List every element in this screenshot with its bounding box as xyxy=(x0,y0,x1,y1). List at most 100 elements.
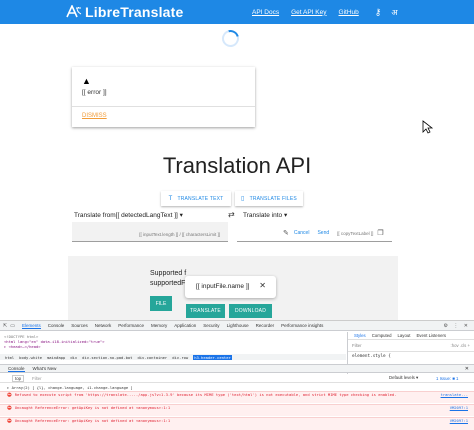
selected-file-chip: [[ inputFile.name ]] ✕ xyxy=(185,276,276,298)
dismiss-button[interactable]: DISMISS xyxy=(82,113,107,119)
console-error-entry[interactable]: ⛔ Uncaught ReferenceError: getApiKey is n… xyxy=(0,417,474,430)
devtools-tab-performance[interactable]: Performance xyxy=(118,323,144,328)
navbar: LibreTranslate API Docs Get API Key GitH… xyxy=(0,0,474,24)
supported-files-text: Supported f xyxy=(150,270,187,277)
console-log-text: ▸ Array(2) [ {l}, change-language, i1.ch… xyxy=(7,385,133,390)
console-filter-input[interactable]: Filter xyxy=(32,376,42,381)
devtools-settings-icon[interactable]: ⚙ ⋮ ✕ xyxy=(444,323,470,329)
console-error-text: Uncaught ReferenceError: getApiKey is no… xyxy=(14,418,171,423)
translate-files-label: TRANSLATE FILES xyxy=(249,195,297,202)
styles-tabs: Styles Computed Layout Event Listeners xyxy=(348,332,474,340)
console-toolbar: top Filter Default levels ▾ 1 Issue: ■ 1 xyxy=(0,374,474,383)
error-divider xyxy=(72,106,255,107)
console-source-link[interactable]: VM2097:1 xyxy=(450,405,468,410)
breadcrumb-item[interactable]: div.container xyxy=(137,355,167,360)
drawer-tab-whats-new[interactable]: What's New xyxy=(33,366,57,371)
console-issues-badge[interactable]: 1 Issue: ■ 1 xyxy=(436,376,458,381)
devtools-tab-network[interactable]: Network xyxy=(95,323,112,328)
nav-link-github[interactable]: GitHub xyxy=(339,9,359,16)
styles-filter-placeholder: Filter xyxy=(352,343,362,348)
supported-files-list: supportedFi xyxy=(150,280,187,287)
styles-tab-layout[interactable]: Layout xyxy=(398,333,411,338)
key-icon[interactable]: ⚷ xyxy=(375,7,382,18)
error-icon: ⛔ xyxy=(7,392,12,397)
translate-logo-icon xyxy=(66,5,82,18)
console-log-entry[interactable]: ▸ Array(2) [ {l}, change-language, i1.ch… xyxy=(0,385,474,390)
cancel-button[interactable]: Cancel xyxy=(294,230,310,236)
styles-filter-input[interactable]: Filter :hov .cls + xyxy=(348,340,474,352)
error-icon: ⛔ xyxy=(7,405,12,410)
target-text-output[interactable]: ✎ Cancel Send [[ copyTextLabel ]] ❐ xyxy=(237,222,392,242)
breadcrumb-item[interactable]: main#app xyxy=(47,355,65,360)
breadcrumb-item[interactable]: html xyxy=(5,355,14,360)
source-text-input[interactable]: [[ inputText.length ]] / [[ charactersLi… xyxy=(72,222,228,242)
devtools-tab-recorder[interactable]: Recorder xyxy=(256,323,275,328)
devtools-panel: ⇱ ▭ Elements Console Sources Network Per… xyxy=(0,320,474,430)
styles-tab-styles[interactable]: Styles xyxy=(354,333,366,338)
styles-tab-computed[interactable]: Computed xyxy=(372,333,392,338)
console-source-link[interactable]: VM2097:1 xyxy=(450,418,468,423)
breadcrumb-item-selected[interactable]: h3.header.center xyxy=(193,354,232,360)
styles-tab-event-listeners[interactable]: Event Listeners xyxy=(416,333,446,338)
drawer-tabbar: Console What's New ✕ xyxy=(0,364,474,373)
close-icon[interactable]: ✕ xyxy=(465,366,469,372)
styles-filter-toggles[interactable]: :hov .cls + xyxy=(451,343,470,348)
inspect-icon[interactable]: ⇱ xyxy=(3,323,7,329)
element-style-rule: element.style { xyxy=(352,354,391,359)
devtools-tab-lighthouse[interactable]: Lighthouse xyxy=(227,323,249,328)
pencil-icon[interactable]: ✎ xyxy=(283,229,289,237)
devtools-tab-console[interactable]: Console xyxy=(48,323,65,328)
devtools-tab-sources[interactable]: Sources xyxy=(71,323,88,328)
devtools-tab-security[interactable]: Security xyxy=(203,323,219,328)
source-language-select[interactable]: Translate from[[ detectedLangText ]] ▾ xyxy=(74,211,183,219)
swap-languages-icon[interactable]: ⇄ xyxy=(228,210,235,219)
devtools-tab-performance-insights[interactable]: Performance insights xyxy=(281,323,323,328)
breadcrumb-item[interactable]: div.section.no-pad-bot xyxy=(82,355,132,360)
translate-files-button[interactable]: ▯ TRANSLATE FILES xyxy=(235,191,303,206)
download-button[interactable]: DOWNLOAD xyxy=(229,304,272,318)
console-error-text: Uncaught ReferenceError: getApiKey is no… xyxy=(14,405,171,410)
copy-icon[interactable]: ❐ xyxy=(377,229,383,237)
console-context-select[interactable]: top xyxy=(12,374,24,382)
character-counter: [[ inputText.length ]] / [[ charactersLi… xyxy=(139,232,220,237)
error-card: ▲ [[ error ]] DISMISS xyxy=(72,67,255,127)
error-message: [[ error ]] xyxy=(82,89,107,96)
nav-link-get-api-key[interactable]: Get API Key xyxy=(291,9,326,16)
brand[interactable]: LibreTranslate xyxy=(66,4,184,20)
console-error-text: Refused to execute script from 'https://… xyxy=(14,392,397,397)
console-levels-select[interactable]: Default levels ▾ xyxy=(389,375,418,381)
target-actions: ✎ Cancel Send [[ copyTextLabel ]] ❐ xyxy=(283,229,384,237)
close-icon[interactable]: ✕ xyxy=(259,281,266,290)
console-source-link[interactable]: translate... xyxy=(441,392,468,397)
translate-file-button[interactable]: TRANSLATE xyxy=(186,304,225,318)
console-error-entry[interactable]: ⛔ Refused to execute script from 'https:/… xyxy=(0,391,474,403)
breadcrumb-item[interactable]: div xyxy=(70,355,77,360)
breadcrumb-item[interactable]: body.white xyxy=(19,355,42,360)
nav-links: API Docs Get API Key GitHub ⚷ अ xyxy=(252,0,397,24)
device-toolbar-icon[interactable]: ▭ xyxy=(10,323,15,329)
devtools-tab-memory[interactable]: Memory xyxy=(151,323,167,328)
source-language-label: Translate from[[ detectedLangText ]] xyxy=(74,212,178,219)
drawer-tab-console[interactable]: Console xyxy=(8,366,25,372)
mouse-cursor-icon xyxy=(422,120,433,134)
console-error-entry[interactable]: ⛔ Uncaught ReferenceError: getApiKey is n… xyxy=(0,404,474,416)
page-title: Translation API xyxy=(162,153,312,178)
translate-icon[interactable]: अ xyxy=(391,7,397,18)
elements-line[interactable]: ▸ <head>…</head> xyxy=(4,344,342,349)
file-button[interactable]: FILE xyxy=(150,296,172,311)
copy-text-label: [[ copyTextLabel ]] xyxy=(337,230,374,236)
file-icon: ▯ xyxy=(241,196,245,202)
breadcrumb-item[interactable]: div.row xyxy=(172,355,188,360)
nav-link-api-docs[interactable]: API Docs xyxy=(252,9,279,16)
translate-text-button[interactable]: T TRANSLATE TEXT xyxy=(161,191,231,206)
error-icon: ⛔ xyxy=(7,418,12,423)
warning-icon: ▲ xyxy=(82,76,91,86)
brand-name: LibreTranslate xyxy=(85,4,184,20)
devtools-tabbar: ⇱ ▭ Elements Console Sources Network Per… xyxy=(0,321,474,331)
translate-text-label: TRANSLATE TEXT xyxy=(177,195,224,202)
target-language-select[interactable]: Translate into ▾ xyxy=(243,211,287,219)
devtools-tab-elements[interactable]: Elements xyxy=(21,323,41,329)
chevron-down-icon: ▾ xyxy=(179,212,183,219)
send-button[interactable]: Send xyxy=(317,230,329,236)
devtools-tab-application[interactable]: Application xyxy=(174,323,196,328)
